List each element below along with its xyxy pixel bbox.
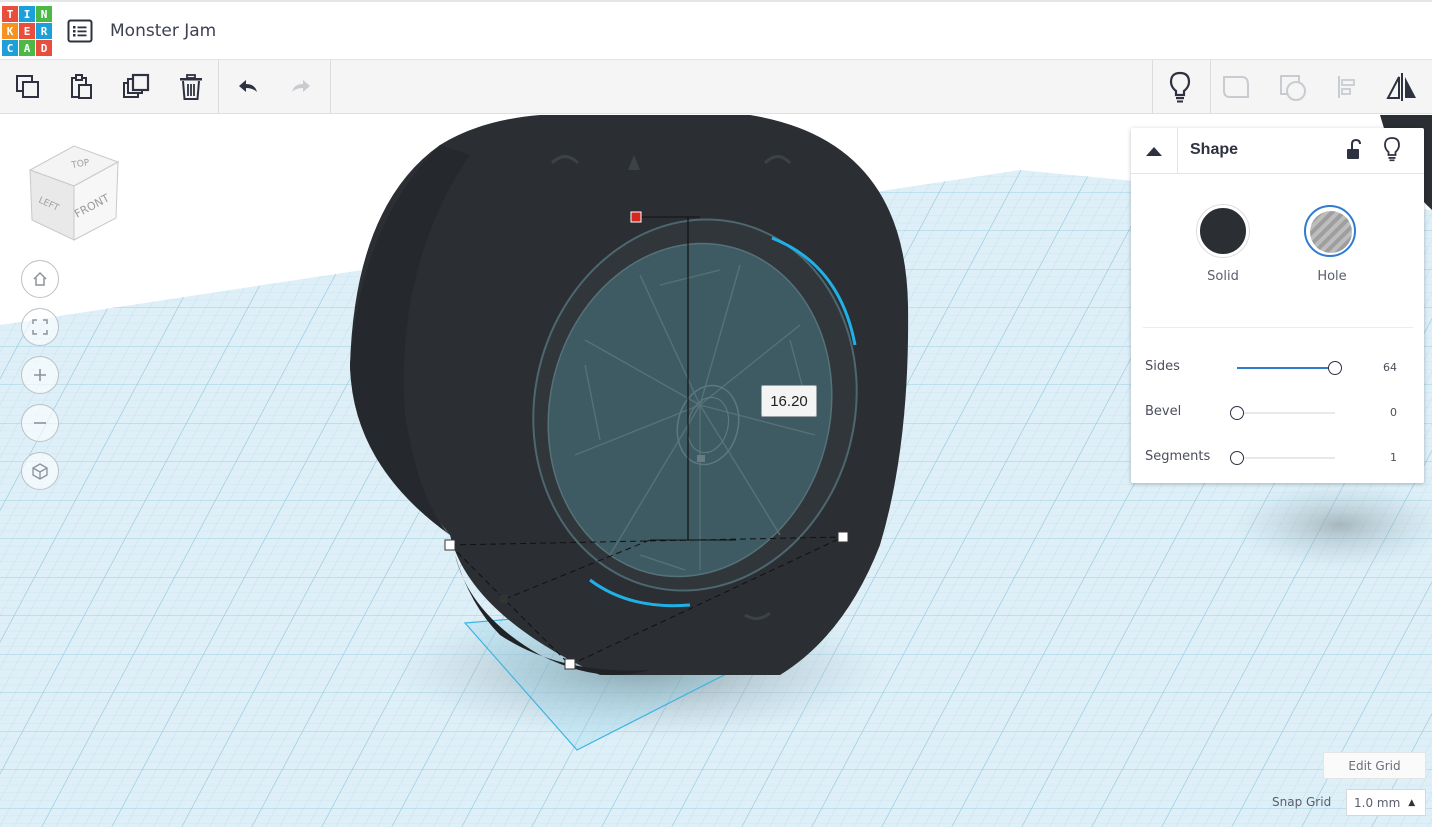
delete-icon	[180, 74, 202, 100]
mirror-icon	[1386, 73, 1416, 101]
lock-button[interactable]	[1345, 138, 1363, 166]
view-cube[interactable]: TOP LEFT FRONT	[22, 140, 122, 244]
ungroup-icon	[1280, 75, 1306, 101]
tinkercad-logo[interactable]: TIN KER CAD	[2, 6, 52, 58]
caret-up-icon	[1146, 147, 1162, 156]
notes-button[interactable]	[1161, 68, 1199, 106]
edit-grid-button[interactable]: Edit Grid	[1323, 752, 1426, 779]
logo-letter: C	[2, 40, 18, 56]
undo-button[interactable]	[229, 68, 267, 106]
property-slider-bevel[interactable]	[1237, 412, 1335, 414]
duplicate-button[interactable]	[117, 68, 155, 106]
solid-label[interactable]: Solid	[1183, 269, 1263, 284]
corner-handle-back[interactable]	[500, 595, 508, 603]
property-slider-fill	[1237, 367, 1335, 369]
inspector-collapse-button[interactable]	[1131, 128, 1178, 174]
shape-inspector: Shape Solid Hole Sides 64 Bevel 0 Segments 1	[1131, 128, 1424, 483]
undo-icon	[239, 80, 257, 92]
paste-icon	[71, 74, 92, 99]
logo-letter: A	[19, 40, 35, 56]
zoom-in-icon	[34, 369, 46, 381]
caret-up-icon: ▲	[1408, 797, 1416, 808]
copy-button[interactable]	[9, 68, 47, 106]
property-label-bevel: Bevel	[1145, 404, 1182, 419]
property-value-sides[interactable]: 64	[1371, 361, 1397, 374]
title-bar: TIN KER CAD Monster Jam	[0, 0, 1432, 60]
logo-letter: R	[36, 23, 52, 39]
property-label-segments: Segments	[1145, 449, 1211, 464]
property-label-sides: Sides	[1145, 359, 1180, 374]
main-toolbar	[0, 60, 1432, 114]
logo-letter: T	[2, 6, 18, 22]
height-handle[interactable]	[630, 211, 642, 223]
duplicate-icon	[123, 73, 150, 98]
snap-grid-select[interactable]: 1.0 mm ▲	[1346, 789, 1426, 816]
solid-swatch[interactable]	[1197, 205, 1249, 257]
redo-icon	[292, 80, 310, 92]
redo-button[interactable]	[282, 68, 320, 106]
lightbulb-icon	[1169, 71, 1191, 103]
property-slider-knob[interactable]	[1230, 406, 1244, 420]
logo-letter: E	[19, 23, 35, 39]
ungroup-button[interactable]	[1274, 68, 1312, 106]
logo-letter: K	[2, 23, 18, 39]
center-handle[interactable]	[697, 455, 705, 462]
logo-letter: N	[36, 6, 52, 22]
copy-icon	[16, 75, 39, 98]
group-icon	[1223, 76, 1249, 98]
group-button[interactable]	[1217, 68, 1255, 106]
snap-grid-value: 1.0 mm	[1354, 795, 1401, 810]
lightbulb-icon	[1384, 137, 1400, 162]
dimension-input[interactable]: 16.20	[761, 385, 817, 417]
perspective-cube-icon	[32, 463, 48, 480]
hole-label[interactable]: Hole	[1292, 269, 1372, 284]
logo-letter: D	[36, 40, 52, 56]
property-slider-knob[interactable]	[1328, 361, 1342, 375]
paste-button[interactable]	[62, 68, 100, 106]
home-view-button[interactable]	[21, 260, 59, 298]
delete-button[interactable]	[172, 68, 210, 106]
align-icon	[1338, 76, 1355, 98]
corner-handle-left[interactable]	[444, 539, 456, 551]
property-value-bevel[interactable]: 0	[1371, 406, 1397, 419]
corner-handle-bottom[interactable]	[564, 658, 576, 670]
zoom-out-icon	[34, 422, 46, 424]
zoom-out-button[interactable]	[21, 404, 59, 442]
property-slider-segments[interactable]	[1237, 457, 1335, 459]
zoom-in-button[interactable]	[21, 356, 59, 394]
perspective-button[interactable]	[21, 452, 59, 490]
home-icon	[33, 271, 47, 286]
property-slider-knob[interactable]	[1230, 451, 1244, 465]
property-value-segments[interactable]: 1	[1371, 451, 1397, 464]
corner-handle-right[interactable]	[837, 531, 849, 543]
fit-view-button[interactable]	[21, 308, 59, 346]
design-list-icon[interactable]	[67, 19, 93, 43]
document-title[interactable]: Monster Jam	[110, 21, 216, 41]
unlock-icon	[1347, 138, 1361, 159]
inspector-header: Shape	[1131, 128, 1424, 174]
fit-view-icon	[32, 319, 48, 335]
inspector-title: Shape	[1190, 141, 1239, 158]
logo-letter: I	[19, 6, 35, 22]
hole-swatch[interactable]	[1304, 205, 1356, 257]
inspector-divider	[1143, 327, 1413, 328]
align-button[interactable]	[1328, 68, 1366, 106]
hide-button[interactable]	[1382, 136, 1402, 166]
mirror-button[interactable]	[1383, 68, 1421, 106]
snap-grid-label: Snap Grid	[1272, 795, 1332, 809]
